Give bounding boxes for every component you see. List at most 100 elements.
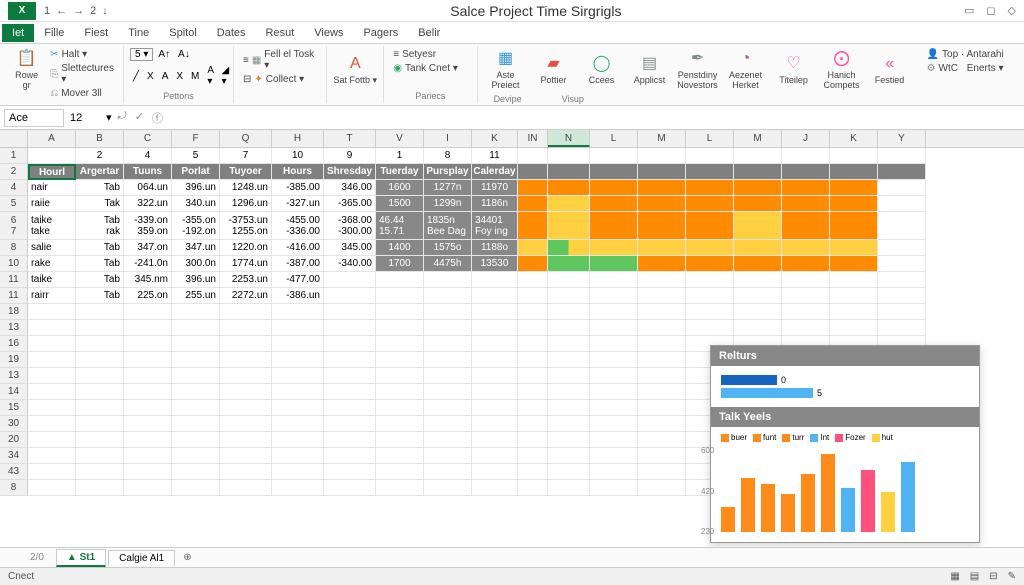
wrap-text-button[interactable]: ≡ ▦ Fell el Tosk ▾: [240, 48, 320, 72]
cell[interactable]: 255.un: [172, 288, 220, 304]
cell[interactable]: 7: [220, 148, 272, 164]
cell[interactable]: [638, 464, 686, 480]
cell[interactable]: [424, 272, 472, 288]
cell[interactable]: [376, 272, 424, 288]
cell[interactable]: [172, 432, 220, 448]
row-header[interactable]: 67: [0, 212, 28, 240]
cell[interactable]: 34401Foy ing: [472, 212, 518, 240]
cell[interactable]: [124, 416, 172, 432]
cell[interactable]: [734, 180, 782, 196]
cell[interactable]: [590, 384, 638, 400]
cell[interactable]: [76, 320, 124, 336]
cell[interactable]: [518, 400, 548, 416]
cell[interactable]: [472, 304, 518, 320]
cell[interactable]: [220, 352, 272, 368]
cell[interactable]: Hours: [272, 164, 324, 180]
menu-tab[interactable]: Fiest: [74, 24, 118, 42]
cell[interactable]: [76, 352, 124, 368]
cell[interactable]: [782, 180, 830, 196]
cell[interactable]: [272, 384, 324, 400]
cell[interactable]: [830, 256, 878, 272]
formula-input[interactable]: [169, 110, 1020, 126]
cell[interactable]: [734, 196, 782, 212]
cell[interactable]: 1774.un: [220, 256, 272, 272]
cell[interactable]: Tab: [76, 288, 124, 304]
cell-styles-button[interactable]: ◉ Tank Cnet ▾: [390, 62, 461, 75]
cell[interactable]: [220, 384, 272, 400]
cell[interactable]: nair: [28, 180, 76, 196]
cell[interactable]: [782, 196, 830, 212]
cell[interactable]: [518, 384, 548, 400]
cell[interactable]: 4: [124, 148, 172, 164]
cell[interactable]: [830, 288, 878, 304]
cell[interactable]: [272, 320, 324, 336]
menu-tab[interactable]: Views: [304, 24, 353, 42]
cell[interactable]: [76, 464, 124, 480]
cell[interactable]: [172, 464, 220, 480]
cell[interactable]: [638, 384, 686, 400]
cell[interactable]: 1600: [376, 180, 424, 196]
cell[interactable]: [590, 432, 638, 448]
cell[interactable]: [638, 240, 686, 256]
edit-icon[interactable]: ✎: [1008, 571, 1016, 582]
cell[interactable]: [590, 180, 638, 196]
cell[interactable]: [590, 164, 638, 180]
cell[interactable]: [548, 416, 590, 432]
cell[interactable]: [376, 336, 424, 352]
font-style-button[interactable]: X: [144, 70, 157, 83]
row-header[interactable]: 15: [0, 400, 28, 416]
cell[interactable]: -339.on359.on: [124, 212, 172, 240]
column-header[interactable]: F: [172, 130, 220, 147]
cell[interactable]: [590, 272, 638, 288]
cell[interactable]: [548, 384, 590, 400]
cell[interactable]: [782, 256, 830, 272]
cell[interactable]: [830, 148, 878, 164]
column-header[interactable]: IN: [518, 130, 548, 147]
paste-button[interactable]: 📋 Rowe gr: [10, 48, 43, 92]
cell[interactable]: [376, 448, 424, 464]
cell[interactable]: [548, 432, 590, 448]
cell[interactable]: [76, 336, 124, 352]
file-tab[interactable]: Iet: [2, 24, 34, 42]
cut-button[interactable]: ✂Halt ▾: [47, 48, 117, 61]
cell[interactable]: 9: [324, 148, 376, 164]
cell[interactable]: [220, 304, 272, 320]
cell[interactable]: [424, 288, 472, 304]
cell[interactable]: [272, 416, 324, 432]
cancel-icon[interactable]: ⤾: [118, 110, 127, 126]
column-header[interactable]: K: [472, 130, 518, 147]
cell[interactable]: [324, 368, 376, 384]
cell[interactable]: -327.un: [272, 196, 324, 212]
cell[interactable]: 1835nBee Dag: [424, 212, 472, 240]
cell[interactable]: [324, 400, 376, 416]
row-header[interactable]: 18: [0, 304, 28, 320]
cell[interactable]: -455.00-336.00: [272, 212, 324, 240]
cell[interactable]: [518, 240, 548, 256]
cell[interactable]: [220, 464, 272, 480]
cell[interactable]: 1296.un: [220, 196, 272, 212]
cell[interactable]: Hourl: [28, 164, 76, 180]
copy-button[interactable]: ⎘Slettectures ▾: [47, 62, 117, 86]
cell[interactable]: [518, 212, 548, 240]
cell[interactable]: [376, 368, 424, 384]
row-header[interactable]: 43: [0, 464, 28, 480]
cell[interactable]: [548, 272, 590, 288]
cell[interactable]: [220, 400, 272, 416]
cell[interactable]: [472, 272, 518, 288]
cell[interactable]: [638, 400, 686, 416]
format-button[interactable]: A Sat Fottb ▾: [333, 48, 377, 92]
cell[interactable]: [638, 180, 686, 196]
qat-item[interactable]: ←: [56, 5, 67, 17]
decrease-font-icon[interactable]: A↓: [175, 48, 193, 61]
cell[interactable]: 46.4415.71: [376, 212, 424, 240]
cell[interactable]: [548, 180, 590, 196]
cell[interactable]: [548, 448, 590, 464]
cell[interactable]: [548, 352, 590, 368]
cell[interactable]: [28, 400, 76, 416]
column-header[interactable]: H: [272, 130, 324, 147]
cell[interactable]: [124, 464, 172, 480]
cell[interactable]: [686, 196, 734, 212]
cell[interactable]: Shresday: [324, 164, 376, 180]
cell[interactable]: [590, 368, 638, 384]
cell[interactable]: [220, 448, 272, 464]
